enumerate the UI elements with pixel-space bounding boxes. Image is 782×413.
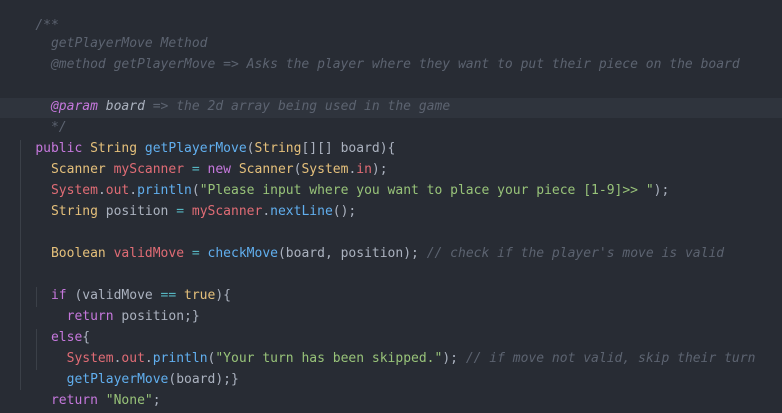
function-token: nextLine [270,204,333,219]
code-line-16: else{ [4,308,90,345]
indent-token [35,246,51,261]
plain-token: (board);} [168,372,239,387]
type-token: Boolean [50,246,106,261]
function-token: checkMove [207,246,278,261]
code-line-14: if (validMove == true){ [4,266,231,303]
code-editor[interactable]: /** getPlayerMove Method @method getPlay… [0,0,782,413]
code-line-10: String position = myScanner.nextLine(); [4,182,356,219]
indent-token [35,204,51,219]
comment-token: // if move not valid, skip their turn [465,351,756,366]
code-line-7: public String getPlayerMove(String[][] b… [4,119,395,156]
string-token: "Your turn has been skipped." [215,351,443,366]
code-line-19: return "None"; [4,371,161,408]
punctuation-token: ; [152,393,161,408]
code-line-2: getPlayerMove Method [4,14,208,51]
punctuation-token: ); [653,183,670,198]
punctuation-token: ){ [215,288,231,303]
code-line-5: @param board => the 2d array being used … [4,77,450,114]
keyword-token: return [50,393,98,408]
code-line-20: } [4,392,43,412]
plain-token: position [97,204,177,219]
plain-token: position;} [113,309,200,324]
code-line-6: */ [4,98,67,135]
plain-token: (board, position); [277,246,427,261]
javadoc-param-token: board [97,99,145,114]
comment-token: @method getPlayerMove => Asks the player… [35,57,740,72]
code-line-18: getPlayerMove(board);} [4,350,239,387]
string-token: "None" [105,393,153,408]
comment-token: // check if the player's move is valid [426,246,725,261]
operator-token: = [176,204,185,219]
type-token: String [50,204,98,219]
operator-token: = [191,246,200,261]
code-line-17: System.out.println("Your turn has been s… [4,329,756,366]
variable-token: myScanner [191,204,263,219]
code-line-3: @method getPlayerMove => Asks the player… [4,35,740,72]
comment-token: => the 2d array being used in the game [144,99,451,114]
punctuation-token: (); [332,204,357,219]
code-line-12: Boolean validMove = checkMove(board, pos… [4,224,724,261]
code-line-9: System.out.println("Please input where y… [4,161,669,198]
code-line-15: return position;} [4,287,200,324]
code-line-8: Scanner myScanner = new Scanner(System.i… [4,140,388,177]
punctuation-token: . [262,204,271,219]
variable-token: validMove [113,246,185,261]
punctuation-token: ); [442,351,466,366]
